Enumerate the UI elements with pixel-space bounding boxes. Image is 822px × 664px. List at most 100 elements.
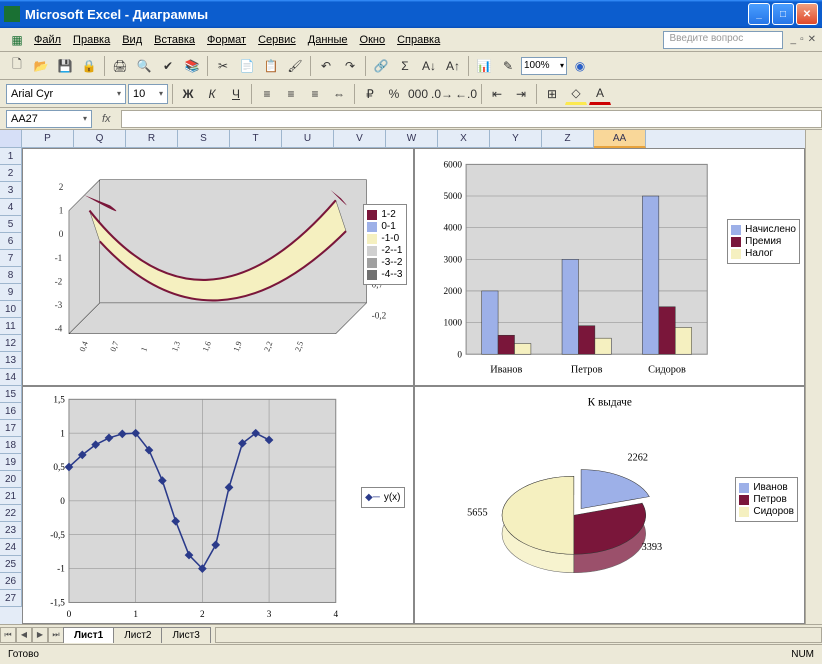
menu-format[interactable]: Формат — [201, 32, 252, 48]
tab-nav-next[interactable]: ▶ — [32, 627, 48, 643]
doc-minimize-button[interactable]: _ — [791, 34, 797, 45]
chart-line-yx[interactable]: -1,5-1-0,500,511,501234 ◆─y(x) — [22, 386, 414, 624]
col-header[interactable]: X — [438, 130, 490, 148]
help-question-input[interactable]: Введите вопрос — [663, 31, 783, 49]
menu-data[interactable]: Данные — [302, 32, 354, 48]
vertical-scrollbar[interactable] — [805, 130, 822, 624]
menu-service[interactable]: Сервис — [252, 32, 302, 48]
currency-icon[interactable]: ₽ — [359, 83, 381, 105]
col-header[interactable]: Q — [74, 130, 126, 148]
row-header[interactable]: 25 — [0, 556, 22, 573]
row-header[interactable]: 4 — [0, 199, 22, 216]
minimize-button[interactable]: _ — [748, 3, 770, 25]
chart-bar-salary[interactable]: 0100020003000400050006000ИвановПетровСид… — [414, 148, 806, 386]
menu-edit[interactable]: Правка — [67, 32, 116, 48]
font-size-combo[interactable]: 10▾ — [128, 84, 168, 104]
sheet-tab-3[interactable]: Лист3 — [161, 627, 210, 643]
sort-desc-icon[interactable]: A↑ — [442, 55, 464, 77]
new-icon[interactable]: 🗋 — [6, 55, 28, 77]
autosum-icon[interactable]: Σ — [394, 55, 416, 77]
row-header[interactable]: 15 — [0, 386, 22, 403]
row-header[interactable]: 26 — [0, 573, 22, 590]
col-header[interactable]: Y — [490, 130, 542, 148]
row-header[interactable]: 19 — [0, 454, 22, 471]
row-header[interactable]: 2 — [0, 165, 22, 182]
align-right-icon[interactable]: ≡ — [304, 83, 326, 105]
row-header[interactable]: 23 — [0, 522, 22, 539]
format-painter-icon[interactable]: 🖌 — [284, 55, 306, 77]
align-left-icon[interactable]: ≡ — [256, 83, 278, 105]
research-icon[interactable]: 📚 — [181, 55, 203, 77]
drawing-icon[interactable]: ✎ — [497, 55, 519, 77]
select-all-corner[interactable] — [0, 130, 22, 148]
row-header[interactable]: 20 — [0, 471, 22, 488]
row-header[interactable]: 3 — [0, 182, 22, 199]
inc-indent-icon[interactable]: ⇥ — [510, 83, 532, 105]
horizontal-scrollbar[interactable] — [215, 627, 822, 643]
underline-button[interactable]: Ч — [225, 83, 247, 105]
formula-input[interactable] — [121, 110, 822, 128]
menu-view[interactable]: Вид — [116, 32, 148, 48]
col-header[interactable]: P — [22, 130, 74, 148]
row-header[interactable]: 22 — [0, 505, 22, 522]
menu-insert[interactable]: Вставка — [148, 32, 201, 48]
chart-surface-3d[interactable]: 210 -1-2-3-4 0,7-0,2 0,4 0,7 1 1,3 1,6 1… — [22, 148, 414, 386]
col-header[interactable]: U — [282, 130, 334, 148]
percent-icon[interactable]: % — [383, 83, 405, 105]
col-header[interactable]: W — [386, 130, 438, 148]
align-center-icon[interactable]: ≡ — [280, 83, 302, 105]
row-header[interactable]: 6 — [0, 233, 22, 250]
excel-app-icon[interactable]: ▦ — [6, 29, 28, 51]
italic-button[interactable]: К — [201, 83, 223, 105]
row-header[interactable]: 16 — [0, 403, 22, 420]
font-color-icon[interactable]: A — [589, 83, 611, 105]
sort-asc-icon[interactable]: A↓ — [418, 55, 440, 77]
name-box[interactable]: AA27▾ — [6, 110, 92, 128]
maximize-button[interactable]: □ — [772, 3, 794, 25]
col-header[interactable]: AA — [594, 130, 646, 148]
chart-pie-payout[interactable]: К выдаче226233935655 Иванов Петров Сидор… — [414, 386, 806, 624]
col-header[interactable]: R — [126, 130, 178, 148]
col-header[interactable]: S — [178, 130, 230, 148]
copy-icon[interactable]: 📄 — [236, 55, 258, 77]
zoom-combo[interactable]: 100%▾ — [521, 57, 567, 75]
open-icon[interactable]: 📂 — [30, 55, 52, 77]
row-header[interactable]: 7 — [0, 250, 22, 267]
hyperlink-icon[interactable]: 🔗 — [370, 55, 392, 77]
print-icon[interactable]: 🖨 — [109, 55, 131, 77]
undo-icon[interactable]: ↶ — [315, 55, 337, 77]
fill-color-icon[interactable]: ◇ — [565, 83, 587, 105]
permission-icon[interactable]: 🔒 — [78, 55, 100, 77]
dec-decimal-icon[interactable]: ←.0 — [455, 83, 477, 105]
menu-file[interactable]: Файл — [28, 32, 67, 48]
merge-center-icon[interactable]: ⇔ — [328, 83, 350, 105]
row-header[interactable]: 1 — [0, 148, 22, 165]
doc-restore-button[interactable]: ▫ — [800, 34, 804, 45]
row-header[interactable]: 17 — [0, 420, 22, 437]
row-header[interactable]: 10 — [0, 301, 22, 318]
font-combo[interactable]: Arial Cyr▾ — [6, 84, 126, 104]
row-header[interactable]: 21 — [0, 488, 22, 505]
save-icon[interactable]: 💾 — [54, 55, 76, 77]
row-header[interactable]: 8 — [0, 267, 22, 284]
dec-indent-icon[interactable]: ⇤ — [486, 83, 508, 105]
spell-icon[interactable]: ✔ — [157, 55, 179, 77]
close-button[interactable]: ✕ — [796, 3, 818, 25]
menu-help[interactable]: Справка — [391, 32, 446, 48]
help-icon[interactable]: ◉ — [569, 55, 591, 77]
inc-decimal-icon[interactable]: .0→ — [431, 83, 453, 105]
menu-window[interactable]: Окно — [354, 32, 392, 48]
sheet-tab-1[interactable]: Лист1 — [63, 627, 114, 643]
row-header[interactable]: 27 — [0, 590, 22, 607]
col-header[interactable]: T — [230, 130, 282, 148]
cut-icon[interactable]: ✂ — [212, 55, 234, 77]
row-header[interactable]: 24 — [0, 539, 22, 556]
tab-nav-prev[interactable]: ◀ — [16, 627, 32, 643]
tab-nav-first[interactable]: ⏮ — [0, 627, 16, 643]
row-header[interactable]: 11 — [0, 318, 22, 335]
col-header[interactable]: V — [334, 130, 386, 148]
fx-label[interactable]: fx — [102, 113, 111, 125]
row-header[interactable]: 12 — [0, 335, 22, 352]
row-header[interactable]: 13 — [0, 352, 22, 369]
paste-icon[interactable]: 📋 — [260, 55, 282, 77]
